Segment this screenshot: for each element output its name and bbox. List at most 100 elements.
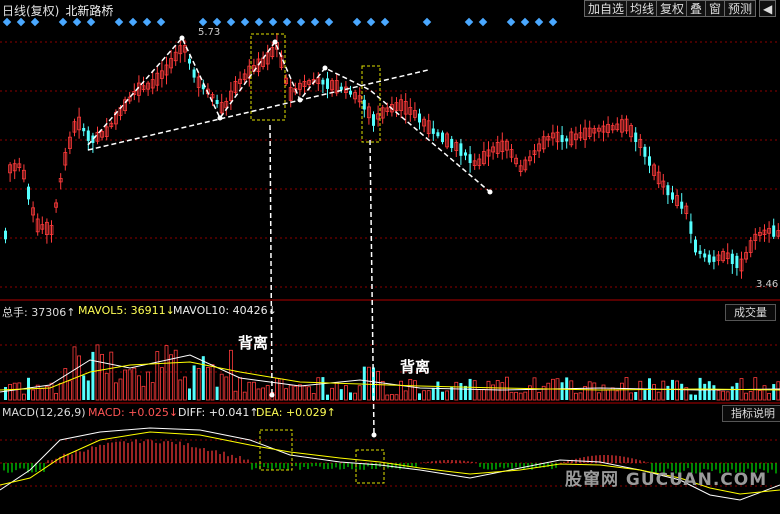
event-marker-icon	[380, 17, 390, 27]
volume-bar	[380, 380, 385, 401]
volume-bar	[31, 389, 36, 401]
volume-bar	[762, 385, 767, 401]
volume-bar	[574, 392, 578, 401]
volume-bar	[91, 351, 95, 400]
volume-total-label: 总手: 37306↑	[2, 306, 76, 319]
volume-bar	[72, 346, 77, 401]
volume-bar	[196, 367, 201, 401]
candle-body	[362, 99, 366, 110]
volume-bar	[279, 378, 284, 401]
high-price-label: 5.73	[198, 27, 221, 38]
volume-bar	[274, 377, 279, 401]
volume-bar	[744, 392, 748, 401]
candle-body	[689, 221, 693, 234]
volume-bar	[136, 375, 141, 401]
volume-bar	[35, 384, 40, 401]
add-watchlist-button[interactable]: 加自选	[584, 0, 629, 17]
volume-bar	[251, 381, 256, 401]
volume-bar	[634, 391, 638, 400]
volume-bar	[689, 394, 693, 400]
event-marker-icon	[142, 17, 152, 27]
event-marker-icon	[268, 17, 278, 27]
volume-bar	[472, 380, 477, 401]
candle-body	[326, 78, 329, 89]
volume-bar	[412, 380, 417, 401]
volume-bar	[551, 378, 555, 401]
volume-bar	[675, 380, 679, 401]
event-marker-icon	[212, 17, 222, 27]
volume-bar	[224, 376, 229, 401]
volume-bar	[528, 385, 532, 401]
arrow-head	[322, 65, 328, 71]
volume-bar	[366, 366, 371, 401]
volume-bar	[12, 382, 17, 401]
volume-bar	[146, 371, 151, 401]
volume-bar	[68, 380, 72, 401]
volume-bar	[514, 391, 518, 401]
candle-body	[560, 135, 564, 143]
volume-bar	[716, 389, 721, 401]
event-marker-icon	[2, 17, 12, 27]
adjust-button[interactable]: 复权	[656, 0, 689, 17]
volume-bar	[288, 384, 293, 401]
volume-bar	[63, 368, 68, 401]
indicator-help-tab[interactable]: 指标说明	[722, 405, 780, 422]
candle-body	[694, 239, 697, 253]
volume-bar	[182, 376, 187, 401]
candle-body	[372, 114, 375, 126]
volume-bar	[578, 392, 583, 401]
volume-bar	[486, 380, 491, 401]
volume-bar	[694, 394, 697, 400]
volume-bar	[477, 388, 482, 401]
volume-tab[interactable]: 成交量	[725, 304, 776, 321]
volume-bar	[362, 366, 366, 400]
forecast-button[interactable]: 预测	[724, 0, 757, 17]
event-marker-icon	[16, 17, 26, 27]
volume-bar	[261, 387, 266, 401]
mavol10-label: MAVOL10: 40426↓	[173, 304, 277, 317]
volume-bar	[712, 385, 716, 400]
event-marker-icon	[534, 17, 544, 27]
volume-bar	[772, 384, 776, 400]
volume-bar	[86, 380, 90, 400]
candle-body	[707, 254, 711, 263]
volume-bar	[441, 391, 444, 400]
volume-bar	[592, 382, 597, 401]
event-marker-icon	[58, 17, 68, 27]
event-marker-icon	[520, 17, 530, 27]
volume-bar	[353, 392, 358, 401]
arrow-head	[272, 39, 278, 45]
window-button[interactable]: 窗	[705, 0, 726, 17]
candle-body	[680, 201, 684, 209]
event-marker-icon	[240, 17, 250, 27]
volume-bar	[210, 364, 215, 401]
candle-body	[735, 255, 739, 269]
volume-bar	[343, 385, 348, 401]
collapse-icon[interactable]: ◀	[759, 0, 777, 17]
period-label: 日线(复权)	[2, 4, 60, 18]
arrow-head	[297, 97, 303, 103]
candle-body	[215, 99, 219, 105]
candle-body	[431, 128, 435, 134]
volume-bar	[201, 356, 205, 400]
candle-body	[27, 186, 30, 200]
volume-bar	[293, 385, 298, 401]
arrow-head	[217, 115, 223, 121]
volume-bar	[643, 390, 647, 400]
volume-bar	[707, 381, 711, 400]
volume-bar	[459, 383, 463, 400]
volume-bar	[666, 385, 670, 400]
candle-body	[450, 138, 454, 149]
moving-average-button[interactable]: 均线	[626, 0, 659, 17]
volume-bar	[127, 369, 132, 401]
event-marker-icon	[422, 17, 432, 27]
volume-bar	[192, 365, 196, 400]
divergence-note-2: 背离	[400, 358, 431, 376]
overlay-button[interactable]: 叠	[686, 0, 707, 17]
volume-bar	[725, 391, 730, 401]
volume-bar	[164, 345, 169, 401]
volume-bar	[114, 382, 118, 401]
event-marker-icon	[296, 17, 306, 27]
volume-bar	[638, 380, 643, 401]
volume-bar	[21, 393, 26, 401]
